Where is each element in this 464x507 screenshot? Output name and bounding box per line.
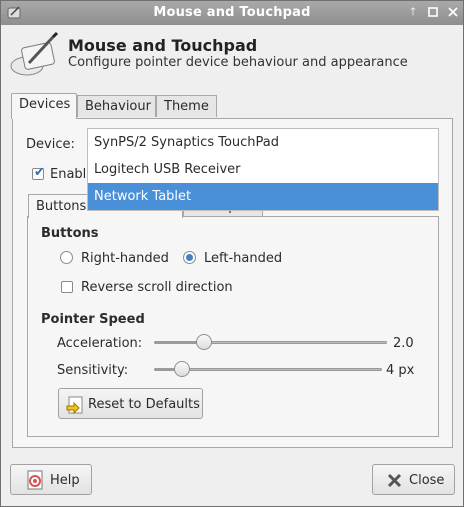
dropdown-option-label: Logitech USB Receiver (94, 162, 241, 177)
close-x-icon (387, 473, 402, 488)
device-dropdown-list[interactable]: SynPS/2 Synaptics TouchPad Logitech USB … (87, 128, 439, 211)
pointer-speed-heading: Pointer Speed (41, 312, 145, 327)
maximize-icon[interactable] (426, 5, 440, 19)
help-icon (27, 470, 43, 490)
mouse-touchpad-window: Mouse and Touchpad 🡑 Mouse and Touchpad … (0, 0, 464, 507)
reset-to-defaults-button[interactable]: Reset to Defaults (58, 388, 203, 419)
left-handed-radio[interactable] (183, 251, 196, 264)
sensitivity-label: Sensitivity: (57, 363, 129, 378)
device-label: Device: (26, 137, 75, 152)
title-bar: Mouse and Touchpad 🡑 (1, 1, 463, 25)
window-title: Mouse and Touchpad (153, 5, 311, 20)
acceleration-value: 2.0 (393, 336, 414, 351)
enable-checkbox[interactable]: ✔ (32, 165, 45, 180)
acceleration-label: Acceleration: (57, 336, 143, 351)
reset-button-label: Reset to Defaults (88, 397, 200, 412)
acceleration-slider[interactable] (154, 334, 387, 350)
right-handed-radio[interactable] (60, 251, 73, 264)
dropdown-option-logitech[interactable]: Logitech USB Receiver (88, 156, 438, 183)
help-button-label: Help (50, 473, 80, 488)
tab-label: Theme (164, 99, 209, 114)
close-button-label: Close (409, 473, 445, 488)
undo-icon (66, 396, 83, 415)
dropdown-option-label: Network Tablet (94, 189, 192, 204)
sensitivity-value: 4 px (386, 363, 415, 378)
close-button[interactable]: Close (372, 464, 455, 495)
tab-devices[interactable]: Devices (11, 93, 77, 119)
left-handed-label: Left-handed (204, 251, 283, 266)
reverse-scroll-checkbox[interactable] (61, 281, 73, 293)
tab-label: Devices (19, 97, 71, 112)
help-button[interactable]: Help (10, 464, 92, 495)
right-handed-label: Right-handed (81, 251, 169, 266)
sensitivity-slider[interactable] (154, 361, 382, 377)
radio-selected-dot (186, 254, 193, 261)
page-title: Mouse and Touchpad (68, 36, 258, 55)
reverse-scroll-label: Reverse scroll direction (81, 280, 233, 295)
tab-behaviour[interactable]: Behaviour (77, 95, 156, 117)
acceleration-slider-handle[interactable] (196, 334, 212, 350)
checkmark-icon: ✔ (34, 165, 45, 180)
tab-theme[interactable]: Theme (156, 95, 217, 117)
tab-label: Behaviour (85, 99, 151, 114)
up-arrow-icon[interactable]: 🡑 (406, 5, 420, 19)
buttons-heading: Buttons (41, 226, 99, 241)
dropdown-option-network-tablet[interactable]: Network Tablet (88, 183, 438, 210)
page-subtitle: Configure pointer device behaviour and a… (68, 55, 408, 70)
enable-label: Enabl (50, 167, 87, 182)
close-icon[interactable] (446, 5, 460, 19)
mouse-settings-icon (10, 31, 59, 76)
dropdown-option-label: SynPS/2 Synaptics TouchPad (94, 135, 280, 150)
sensitivity-slider-handle[interactable] (174, 361, 190, 377)
dropdown-option-synaptics[interactable]: SynPS/2 Synaptics TouchPad (88, 129, 438, 156)
